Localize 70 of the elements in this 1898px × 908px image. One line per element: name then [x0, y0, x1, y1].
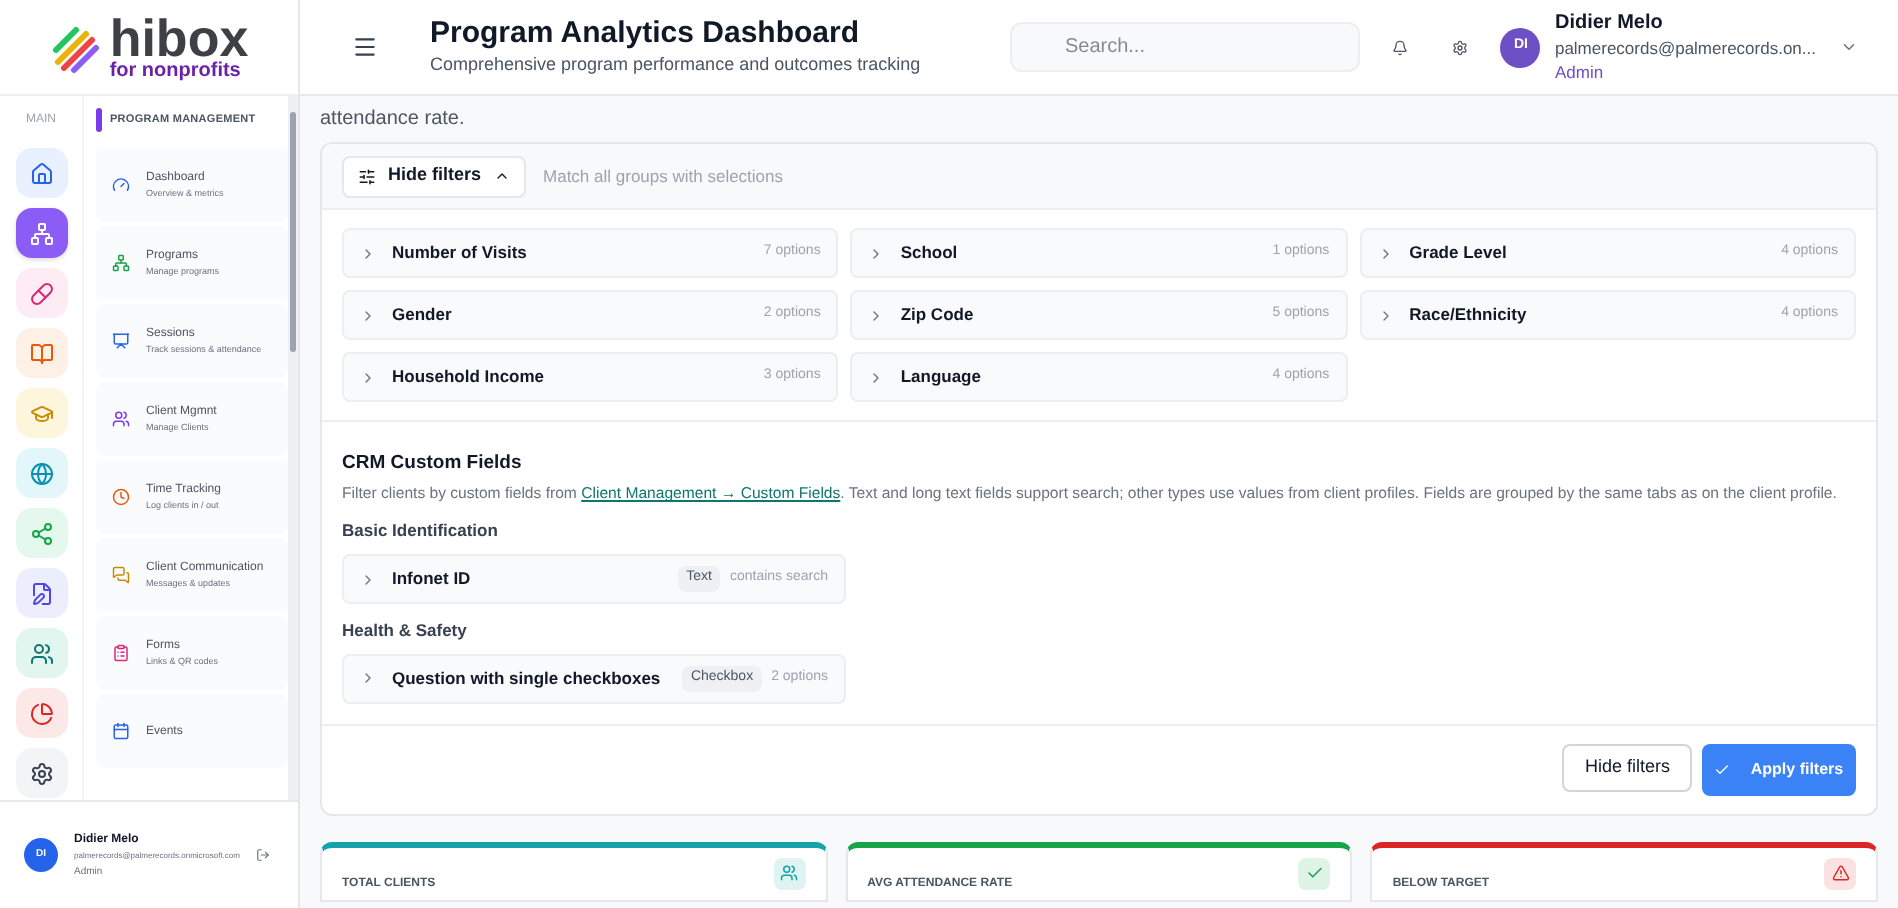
users-icon	[780, 864, 799, 883]
pill-icon	[29, 281, 53, 305]
hide-filters-button[interactable]: Hide filters	[1562, 743, 1692, 792]
user-name: Didier Melo	[1554, 11, 1665, 35]
section-title: CRM Custom Fields	[342, 450, 524, 478]
rail-button[interactable]	[15, 628, 67, 678]
share-icon	[29, 521, 53, 545]
subsection-title: Basic Identification	[342, 518, 500, 544]
chat-icon	[112, 566, 130, 584]
filter-label: Grade Level	[1409, 240, 1507, 266]
logo-wordmark: hibox	[109, 13, 249, 61]
edit-icon	[29, 581, 53, 605]
page-title: Program Analytics Dashboard	[430, 14, 862, 53]
users-icon	[112, 410, 130, 428]
gauge-icon	[112, 176, 130, 194]
chevron-right-icon	[360, 571, 376, 587]
check-icon	[1305, 864, 1324, 883]
hierarchy-icon	[29, 221, 53, 245]
subsection-title: Health & Safety	[342, 618, 469, 644]
menu-icon[interactable]	[352, 34, 378, 60]
filter-label: Number of Visits	[392, 240, 527, 266]
presentation-icon	[112, 332, 130, 350]
user-email: palmerecords@palmerecords.on...	[1554, 35, 1816, 59]
user-role: Admin	[1554, 59, 1606, 83]
page-subtitle: Comprehensive program performance and outcomes tracking	[430, 52, 921, 79]
settings-icon	[29, 761, 53, 785]
logo-icon	[49, 21, 102, 73]
check-icon	[1714, 761, 1731, 778]
filter-label: Gender	[392, 302, 452, 328]
book-icon	[29, 341, 53, 365]
filter-label: Language	[900, 364, 981, 390]
rail-button[interactable]	[15, 688, 67, 738]
clipboard-icon	[112, 644, 130, 662]
logo-tagline: for nonprofits	[109, 61, 243, 81]
logout-icon[interactable]	[255, 848, 270, 862]
filter-label: Infonet ID	[392, 566, 471, 592]
chevron-right-icon	[360, 245, 376, 261]
rail-button[interactable]	[15, 568, 67, 618]
filter-label: Zip Code	[900, 302, 974, 328]
graduation-cap-icon	[29, 401, 53, 425]
rail-button[interactable]	[15, 148, 67, 198]
match-hint: Match all groups with selections	[543, 163, 784, 189]
search-field[interactable]: Search...	[1010, 22, 1361, 72]
pie-chart-icon	[29, 701, 53, 725]
users-icon	[29, 641, 53, 665]
filter-label: Race/Ethnicity	[1409, 302, 1527, 328]
scrollbar[interactable]	[288, 96, 298, 800]
chevron-right-icon	[360, 369, 376, 385]
sliders-icon	[358, 167, 376, 185]
home-icon	[29, 161, 53, 185]
filter-label: Household Income	[392, 364, 545, 390]
section-marker	[96, 108, 102, 132]
filter-label: Question with single checkboxes	[392, 665, 661, 692]
clock-icon	[112, 488, 130, 506]
intro-text: attendance rate.	[320, 106, 467, 134]
filter-label: School	[900, 240, 958, 266]
settings-icon[interactable]	[1452, 39, 1469, 55]
chevron-right-icon	[360, 307, 376, 323]
calendar-icon	[112, 722, 130, 740]
chevron-down-icon[interactable]	[1840, 38, 1858, 56]
bell-icon[interactable]	[1392, 39, 1409, 55]
rail-button[interactable]	[15, 268, 67, 318]
hierarchy-icon	[112, 254, 130, 272]
rail-button[interactable]	[15, 748, 67, 798]
chevron-up-icon	[493, 168, 510, 184]
globe-icon	[29, 461, 53, 485]
apply-filters-button[interactable]: Apply filters	[1702, 743, 1856, 796]
hide-filters-toggle[interactable]: Hide filters	[342, 155, 526, 197]
warning-icon	[1831, 864, 1849, 883]
chevron-right-icon	[360, 670, 376, 687]
